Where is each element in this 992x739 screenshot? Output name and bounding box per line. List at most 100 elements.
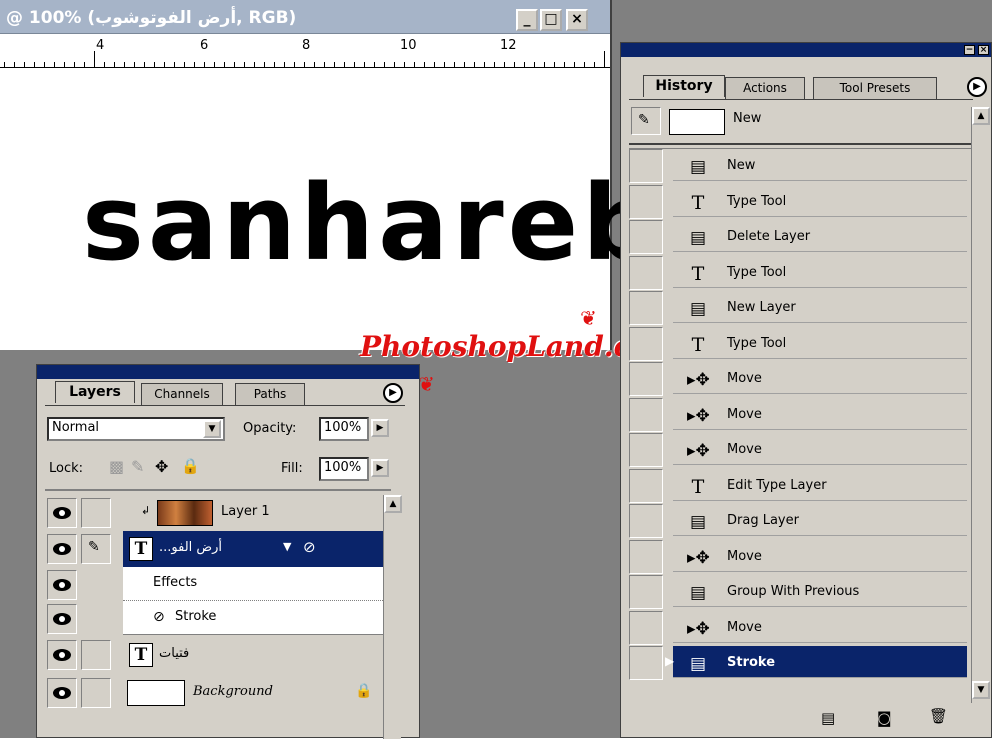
fill-input[interactable]: 100% <box>319 457 369 481</box>
history-state-row[interactable]: ▸✥ Move <box>629 610 967 645</box>
tab-channels[interactable]: Channels <box>141 383 223 405</box>
minimize-button[interactable]: _ <box>516 9 538 31</box>
history-state-marker[interactable] <box>629 291 663 325</box>
history-state-row[interactable]: ▤ New <box>629 149 967 183</box>
lock-brush-icon[interactable]: ✎ <box>131 457 144 476</box>
trash-icon[interactable]: 🗑 <box>929 707 948 725</box>
ruler-tick <box>44 62 45 67</box>
snapshot-brush-cell[interactable]: ✎ <box>631 107 661 135</box>
history-state-row[interactable]: T Edit Type Layer <box>629 468 967 503</box>
history-state-marker[interactable] <box>629 255 663 290</box>
scroll-down-arrow[interactable]: ▼ <box>972 681 990 699</box>
tab-history[interactable]: History <box>643 75 725 97</box>
lock-transparency-icon[interactable]: ▩ <box>109 457 124 476</box>
new-document-from-state-icon[interactable]: ▤ <box>821 709 835 727</box>
history-state-icon: ▤ <box>689 654 707 674</box>
panel-menu-button[interactable]: ▶ <box>967 77 987 97</box>
visibility-toggle[interactable] <box>47 604 77 634</box>
effects-expand-icon[interactable]: ▼ <box>283 540 291 553</box>
history-state-row[interactable]: ▤ New Layer <box>629 291 967 325</box>
panel-close-button[interactable]: × <box>978 45 989 55</box>
history-row-bg <box>673 291 967 323</box>
scroll-up-arrow[interactable]: ▲ <box>384 495 402 513</box>
history-scrollbar[interactable]: ▲ ▼ <box>971 107 990 703</box>
layers-menu-button[interactable]: ▶ <box>383 383 403 403</box>
snapshot-thumbnail[interactable] <box>669 109 725 135</box>
stroke-effect-row[interactable]: ⊘ Stroke <box>45 601 391 635</box>
history-state-row[interactable]: ▤ Delete Layer <box>629 220 967 254</box>
history-state-marker[interactable] <box>629 184 663 219</box>
lock-all-icon[interactable]: 🔒 <box>181 457 200 475</box>
visibility-toggle[interactable] <box>47 534 77 564</box>
link-cell[interactable] <box>81 640 111 670</box>
visibility-toggle[interactable] <box>47 640 77 670</box>
history-state-marker[interactable] <box>629 326 663 361</box>
history-state-marker[interactable] <box>629 220 663 254</box>
history-list[interactable]: ▤ New T Type Tool ▤ Delete Layer T Type Tool ▤ Ne… <box>621 149 967 689</box>
history-state-row[interactable]: ▤ Drag Layer <box>629 504 967 538</box>
history-state-row[interactable]: ▸✥ Move <box>629 397 967 432</box>
history-state-row[interactable]: ▸✥ Move <box>629 433 967 467</box>
tab-actions[interactable]: Actions <box>725 77 805 99</box>
link-cell[interactable] <box>81 498 111 528</box>
ruler-label: 12 <box>500 38 517 53</box>
history-state-row[interactable]: T Type Tool <box>629 184 967 219</box>
history-state-row[interactable]: T Type Tool <box>629 326 967 361</box>
layer-row-type-selected[interactable]: ✎ T ...أرض الفو ▼ ⊘ <box>45 531 391 567</box>
visibility-toggle[interactable] <box>47 498 77 528</box>
blend-mode-select[interactable]: Normal ▼ <box>47 417 225 441</box>
history-state-row[interactable]: ▸✥ Move <box>629 539 967 574</box>
ruler-tick <box>594 62 595 67</box>
history-state-row[interactable]: ▶ ▤ Stroke <box>629 646 967 680</box>
new-snapshot-icon[interactable]: ◙ <box>877 709 892 727</box>
fill-label: Fill: <box>281 461 303 476</box>
history-state-marker[interactable] <box>629 504 663 538</box>
tab-layers[interactable]: Layers <box>55 381 135 403</box>
document-title-bar[interactable]: @ 100% (أرض الفوتوشوب, RGB) _ □ × <box>0 0 610 34</box>
effects-row[interactable]: Effects <box>45 567 391 601</box>
history-state-row[interactable]: ▤ Group With Previous <box>629 575 967 609</box>
chevron-down-icon[interactable]: ▼ <box>203 420 221 438</box>
layer-row-background[interactable]: Background 🔒 <box>45 675 391 711</box>
layers-panel[interactable]: Layers Channels Paths ▶ Normal ▼ Opacity… <box>36 364 420 739</box>
layer-row-layer1[interactable]: ↲ Layer 1 <box>45 495 391 531</box>
lock-move-icon[interactable]: ✥ <box>155 457 168 476</box>
history-state-row[interactable]: ▸✥ Move <box>629 362 967 396</box>
history-state-marker[interactable] <box>629 149 663 183</box>
history-state-marker[interactable] <box>629 362 663 396</box>
ruler-tick <box>144 62 145 67</box>
history-panel-titlebar[interactable]: − × <box>621 43 991 57</box>
maximize-button[interactable]: □ <box>540 9 562 31</box>
history-state-marker[interactable] <box>629 646 663 680</box>
history-state-marker[interactable] <box>629 575 663 609</box>
history-state-row[interactable]: T Type Tool <box>629 255 967 290</box>
tab-paths[interactable]: Paths <box>235 383 305 405</box>
history-panel[interactable]: − × History Actions Tool Presets ▶ ✎ New… <box>620 42 992 738</box>
scroll-up-arrow[interactable]: ▲ <box>972 107 990 125</box>
layer-row-type2[interactable]: T فتيات <box>45 637 391 673</box>
visibility-toggle[interactable] <box>47 570 77 600</box>
layers-scrollbar[interactable]: ▲ <box>383 495 402 739</box>
fill-slider-button[interactable]: ▶ <box>371 459 389 477</box>
history-state-pointer-icon[interactable]: ▶ <box>665 654 674 668</box>
layers-panel-titlebar[interactable] <box>37 365 419 379</box>
history-state-marker[interactable] <box>629 468 663 503</box>
history-brush-icon: ✎ <box>638 112 650 128</box>
layers-list[interactable]: ↲ Layer 1 ✎ T ...أرض الفو ▼ ⊘ Effects ⊘ … <box>45 495 391 739</box>
opacity-input[interactable]: 100% <box>319 417 369 441</box>
ruler-tick <box>24 62 25 67</box>
visibility-toggle[interactable] <box>47 678 77 708</box>
ruler-tick <box>304 62 305 67</box>
tab-tool-presets[interactable]: Tool Presets <box>813 77 937 99</box>
horizontal-ruler[interactable]: 4 6 8 10 12 <box>0 36 610 68</box>
history-state-marker[interactable] <box>629 539 663 574</box>
close-button[interactable]: × <box>566 9 588 31</box>
history-state-marker[interactable] <box>629 610 663 645</box>
panel-minimize-button[interactable]: − <box>964 45 975 55</box>
document-window[interactable]: @ 100% (أرض الفوتوشوب, RGB) _ □ × 4 6 8 … <box>0 0 657 350</box>
opacity-slider-button[interactable]: ▶ <box>371 419 389 437</box>
history-state-marker[interactable] <box>629 433 663 467</box>
link-cell[interactable] <box>81 678 111 708</box>
link-cell[interactable]: ✎ <box>81 534 111 564</box>
history-state-marker[interactable] <box>629 397 663 432</box>
